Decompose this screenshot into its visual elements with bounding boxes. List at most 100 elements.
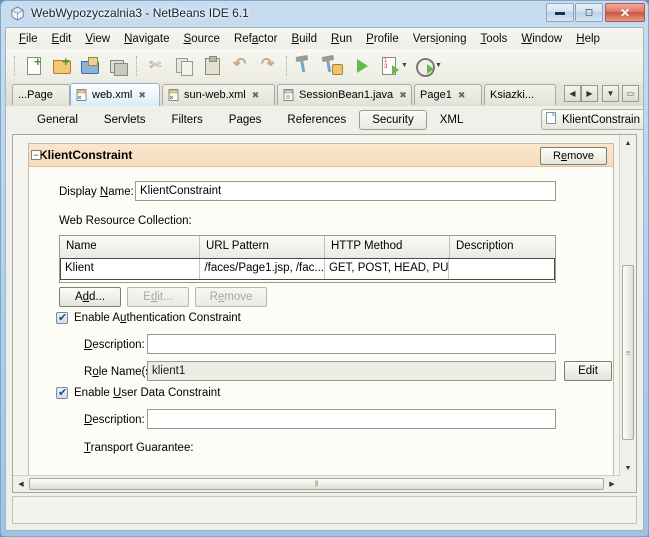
- horizontal-scrollbar-thumb[interactable]: ⫴: [29, 478, 604, 490]
- tab-sun-web-xml[interactable]: sun-web.xml ✖: [162, 84, 275, 105]
- tab-close-icon[interactable]: ✖: [138, 90, 146, 101]
- vertical-scrollbar[interactable]: ▲ ≡ ▼: [619, 135, 636, 476]
- new-project-button[interactable]: +: [48, 52, 76, 80]
- grip-icon: ⫴: [314, 479, 319, 489]
- scroll-down-button[interactable]: ▼: [620, 460, 636, 476]
- klient-constraint-jump-button[interactable]: KlientConstrain: [541, 109, 643, 130]
- collapse-toggle-button[interactable]: −: [31, 150, 41, 160]
- copy-button[interactable]: [170, 52, 198, 80]
- menu-build[interactable]: Build: [284, 30, 324, 48]
- editor-maximize-button[interactable]: ▭: [622, 85, 639, 102]
- triangle-left-icon: ◀: [18, 481, 24, 488]
- tab-label: SessionBean1.java: [299, 89, 394, 101]
- minimize-icon: ▬: [555, 7, 565, 18]
- new-file-icon: +: [24, 55, 44, 76]
- column-header-http-method[interactable]: HTTP Method: [325, 236, 450, 258]
- tab-scroll-left-button[interactable]: ◀: [564, 85, 581, 102]
- edit-resource-button: Edit...: [127, 287, 189, 307]
- paste-icon: [202, 55, 222, 76]
- add-resource-button[interactable]: Add...: [59, 287, 121, 307]
- menu-view[interactable]: View: [78, 30, 117, 48]
- subtab-filters[interactable]: Filters: [158, 110, 215, 130]
- grip-icon: ≡: [625, 348, 631, 357]
- subtab-servlets[interactable]: Servlets: [91, 110, 159, 130]
- column-header-name[interactable]: Name: [60, 236, 200, 258]
- menu-navigate[interactable]: Navigate: [117, 30, 176, 48]
- paste-button[interactable]: [198, 52, 226, 80]
- tab-sessionbean1-java[interactable]: SessionBean1.java ✖: [277, 84, 412, 105]
- menu-file[interactable]: File: [12, 30, 45, 48]
- tab-label: Ksiazki...: [490, 89, 535, 101]
- debug-project-button[interactable]: 13: [376, 52, 404, 80]
- menu-tools[interactable]: Tools: [473, 30, 514, 48]
- tab-web-xml[interactable]: web.xml ✖: [70, 83, 160, 106]
- table-row[interactable]: Klient /faces/Page1.jsp, /fac... GET, PO…: [60, 258, 555, 280]
- enable-user-data-constraint-checkbox[interactable]: Enable User Data Constraint: [56, 386, 220, 399]
- subtab-references[interactable]: References: [274, 110, 359, 130]
- build-project-button[interactable]: [292, 52, 320, 80]
- maximize-button[interactable]: ◻: [575, 3, 603, 22]
- tab-label: sun-web.xml: [184, 89, 246, 101]
- save-all-button[interactable]: [104, 52, 132, 80]
- window-client-area: File Edit View Navigate Source Refactor …: [5, 27, 644, 531]
- save-all-icon: [108, 56, 128, 76]
- menu-window[interactable]: Window: [514, 30, 569, 48]
- enable-authentication-constraint-checkbox[interactable]: Enable Authentication Constraint: [56, 311, 241, 324]
- tab-close-icon[interactable]: ✖: [252, 90, 260, 101]
- scroll-left-button[interactable]: ◀: [13, 476, 29, 492]
- run-project-button[interactable]: [348, 52, 376, 80]
- cut-button[interactable]: ✄: [142, 52, 170, 80]
- remove-constraint-button[interactable]: Remove: [540, 147, 607, 165]
- auth-description-input[interactable]: [147, 334, 556, 354]
- remove-button-label: Remove: [553, 150, 594, 162]
- edit-roles-button[interactable]: Edit: [564, 361, 612, 381]
- new-project-icon: +: [52, 55, 72, 76]
- column-header-description[interactable]: Description: [450, 236, 555, 258]
- redo-button[interactable]: ↷: [254, 52, 282, 80]
- transport-guarantee-label: Transport Guarantee:: [84, 442, 194, 454]
- title-bar: WebWypozyczalnia3 - NetBeans IDE 6.1 ▬ ◻…: [1, 1, 649, 27]
- menu-refactor[interactable]: Refactor: [227, 30, 284, 48]
- xml-document-icon: [76, 88, 88, 102]
- subtab-xml[interactable]: XML: [427, 110, 477, 130]
- tab-list-button[interactable]: ▼: [602, 85, 619, 102]
- vertical-scrollbar-thumb[interactable]: ≡: [622, 265, 634, 440]
- tab-ksiazki[interactable]: Ksiazki...: [484, 84, 556, 105]
- subtab-label: General: [37, 114, 78, 126]
- subtab-pages[interactable]: Pages: [216, 110, 275, 130]
- scroll-up-button[interactable]: ▲: [620, 135, 636, 151]
- tab-close-icon[interactable]: ✖: [399, 90, 407, 101]
- tab-scroll-right-button[interactable]: ▶: [581, 85, 598, 102]
- horizontal-scrollbar[interactable]: ◀ ⫴ ▶: [13, 475, 620, 492]
- undo-button[interactable]: ↶: [226, 52, 254, 80]
- profile-project-button[interactable]: [410, 52, 438, 80]
- section-title: KlientConstraint: [39, 148, 133, 162]
- clean-and-build-project-button[interactable]: [320, 52, 348, 80]
- subtab-label: Pages: [228, 114, 262, 126]
- open-project-button[interactable]: [76, 52, 104, 80]
- close-button[interactable]: ✕: [605, 3, 645, 22]
- menu-edit[interactable]: Edit: [45, 30, 79, 48]
- cell-name: Klient: [61, 259, 201, 279]
- subtab-general[interactable]: General: [24, 110, 91, 130]
- menu-versioning[interactable]: Versioning: [406, 30, 474, 48]
- user-data-description-input[interactable]: [147, 409, 556, 429]
- menu-profile[interactable]: Profile: [359, 30, 406, 48]
- run-project-icon: [352, 56, 372, 76]
- role-names-input: [147, 361, 556, 381]
- menu-run[interactable]: Run: [324, 30, 359, 48]
- tab-page1[interactable]: Page1 ✖: [414, 84, 482, 105]
- menu-help[interactable]: Help: [569, 30, 607, 48]
- display-name-input[interactable]: [135, 181, 556, 201]
- minimize-button[interactable]: ▬: [546, 3, 574, 22]
- subtab-security[interactable]: Security: [359, 110, 427, 130]
- toolbar-separator: [14, 55, 16, 76]
- web-resource-collection-table[interactable]: Name URL Pattern HTTP Method Description…: [59, 235, 556, 283]
- status-bar: [12, 496, 637, 524]
- menu-source[interactable]: Source: [177, 30, 227, 48]
- new-file-button[interactable]: +: [20, 52, 48, 80]
- scroll-right-button[interactable]: ▶: [604, 476, 620, 492]
- column-header-url-pattern[interactable]: URL Pattern: [200, 236, 325, 258]
- tab-close-icon[interactable]: ✖: [458, 90, 466, 101]
- tab-page[interactable]: ...Page: [12, 84, 70, 105]
